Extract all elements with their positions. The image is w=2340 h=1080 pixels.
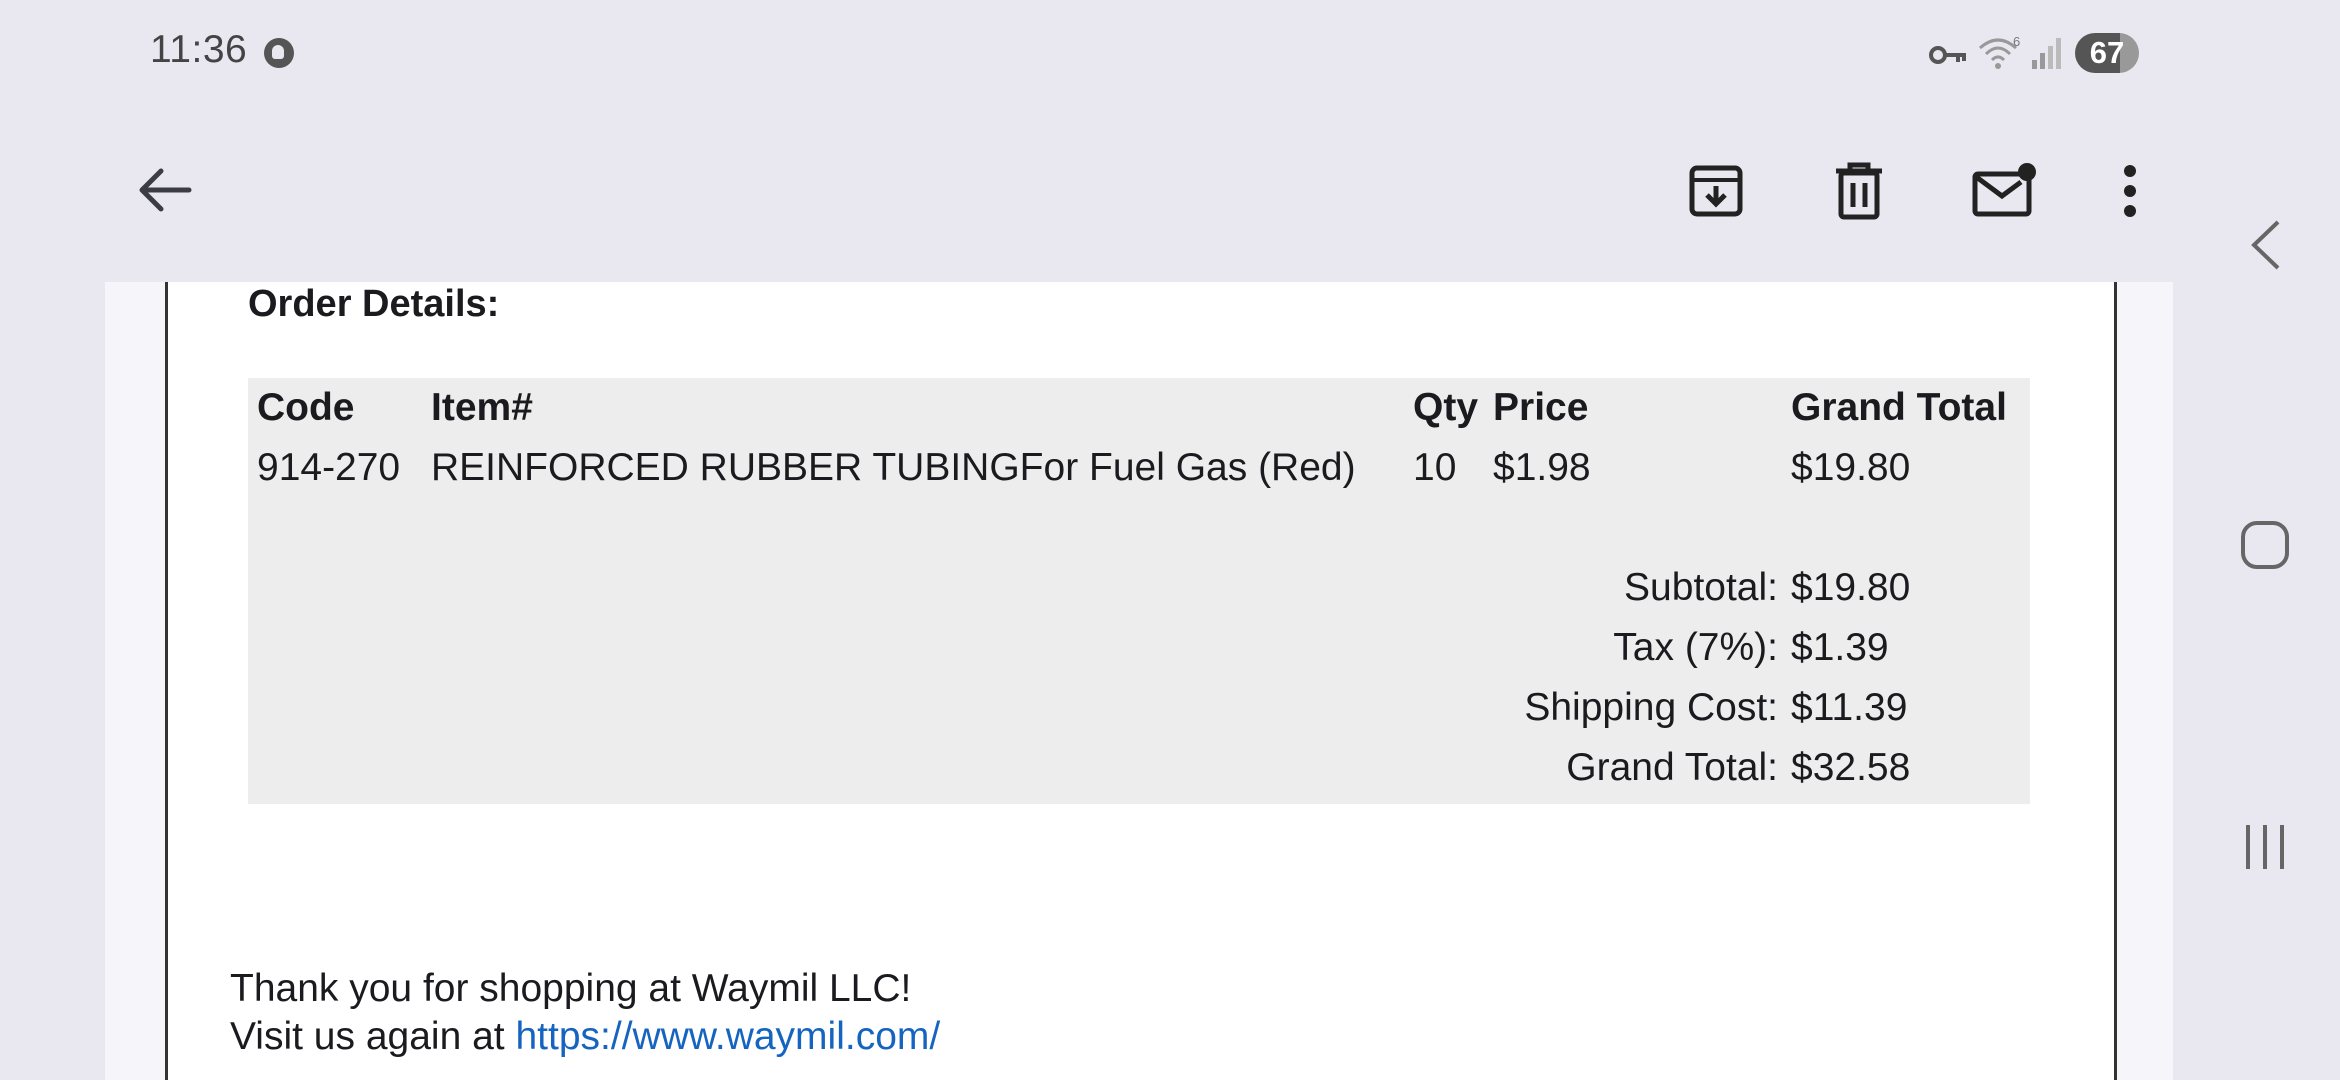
column-header-qty: Qty <box>1413 386 1479 429</box>
row-price: $1.98 <box>1493 446 1591 489</box>
column-header-code: Code <box>257 386 355 429</box>
navigation-bar <box>2200 0 2340 1080</box>
grand-total-label: Grand Total: <box>1566 746 1778 789</box>
subtotal-label: Subtotal: <box>1624 566 1778 609</box>
back-arrow-icon[interactable] <box>130 155 200 225</box>
shipping-value: $11.39 <box>1791 686 1908 729</box>
grand-total-value: $32.58 <box>1791 746 1911 789</box>
row-item: REINFORCED RUBBER TUBINGFor Fuel Gas (Re… <box>431 446 1356 489</box>
signal-icon <box>2032 38 2061 69</box>
visit-line: Visit us again at https://www.waymil.com… <box>230 1013 940 1061</box>
website-link[interactable]: https://www.waymil.com/ <box>515 1015 940 1058</box>
row-total: $19.80 <box>1791 446 1911 489</box>
status-bar: 11:36 6 67 <box>0 0 2200 110</box>
visit-prefix: Visit us again at <box>230 1015 516 1058</box>
trash-icon[interactable] <box>1823 155 1895 227</box>
battery-indicator: 67 <box>2075 33 2139 73</box>
home-nav-icon[interactable] <box>2230 510 2300 580</box>
thank-you-message: Thank you for shopping at Waymil LLC! Vi… <box>230 965 940 1061</box>
mark-unread-icon[interactable] <box>1966 155 2042 227</box>
back-nav-icon[interactable] <box>2230 210 2300 280</box>
column-header-price: Price <box>1493 386 1589 429</box>
more-vert-icon[interactable] <box>2110 155 2150 227</box>
tax-label: Tax (7%): <box>1613 626 1778 669</box>
recents-nav-icon[interactable] <box>2230 812 2300 882</box>
row-code: 914-270 <box>257 446 401 489</box>
archive-icon[interactable] <box>1680 155 1752 227</box>
status-time: 11:36 <box>150 28 248 71</box>
row-qty: 10 <box>1413 446 1457 489</box>
order-details-title: Order Details: <box>248 283 500 325</box>
thanks-line: Thank you for shopping at Waymil LLC! <box>230 967 912 1010</box>
column-header-grand-total: Grand Total <box>1791 386 2007 429</box>
shipping-label: Shipping Cost: <box>1524 686 1778 729</box>
tax-value: $1.39 <box>1791 626 1889 669</box>
subtotal-value: $19.80 <box>1791 566 1911 609</box>
notification-icon <box>264 38 294 68</box>
app-bar <box>0 110 2200 280</box>
vpn-key-icon <box>1929 46 1966 64</box>
svg-text:6: 6 <box>2013 34 2020 49</box>
wifi-icon: 6 <box>1979 34 2020 69</box>
column-header-item: Item# <box>431 386 533 429</box>
